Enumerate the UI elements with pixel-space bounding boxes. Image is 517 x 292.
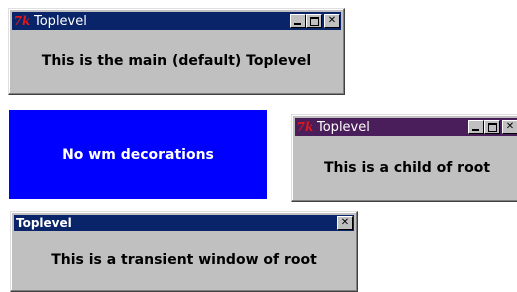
- child-toplevel-window: 7k Toplevel ✕ This is a child of root: [291, 114, 517, 202]
- minimize-button[interactable]: [290, 14, 306, 28]
- tk-logo-icon[interactable]: 7k: [295, 120, 315, 134]
- close-button[interactable]: ✕: [337, 216, 353, 230]
- no-decorations-window: No wm decorations: [9, 110, 267, 199]
- window-title: Toplevel: [16, 216, 72, 230]
- child-window-label: This is a child of root: [323, 159, 491, 176]
- window-title: Toplevel: [34, 13, 87, 29]
- transient-toplevel-window: Toplevel ✕ This is a transient window of…: [10, 211, 358, 292]
- no-decorations-label: No wm decorations: [62, 146, 214, 163]
- tk-logo-icon[interactable]: 7k: [12, 14, 32, 28]
- maximize-button[interactable]: [306, 14, 322, 28]
- transient-window-titlebar[interactable]: Toplevel ✕: [14, 215, 354, 231]
- transient-window-label: This is a transient window of root: [51, 252, 317, 268]
- close-button[interactable]: ✕: [502, 120, 517, 134]
- main-window-titlebar[interactable]: 7k Toplevel ✕: [12, 12, 341, 30]
- main-toplevel-window: 7k Toplevel ✕ This is the main (default)…: [8, 8, 345, 95]
- main-window-label: This is the main (default) Toplevel: [41, 53, 312, 69]
- minimize-button[interactable]: [468, 120, 484, 134]
- maximize-button[interactable]: [484, 120, 500, 134]
- close-button[interactable]: ✕: [324, 14, 340, 28]
- window-title: Toplevel: [317, 119, 370, 135]
- child-window-titlebar[interactable]: 7k Toplevel ✕: [295, 118, 517, 136]
